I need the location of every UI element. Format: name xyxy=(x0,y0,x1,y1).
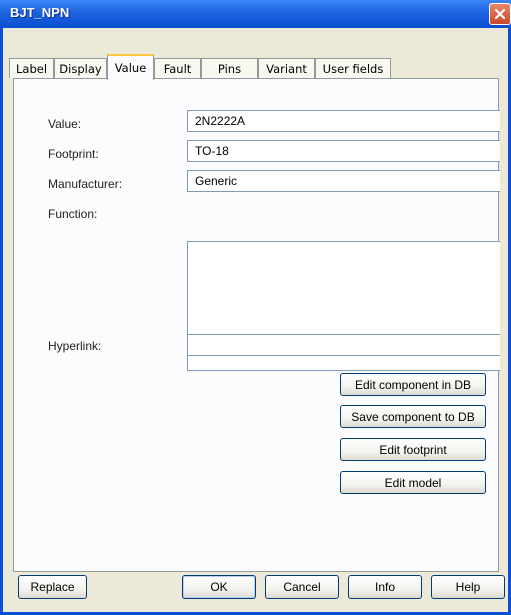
replace-button[interactable]: Replace xyxy=(18,575,87,599)
edit-model-button[interactable]: Edit model xyxy=(340,471,486,494)
tab-display[interactable]: Display xyxy=(54,58,107,78)
cancel-button[interactable]: Cancel xyxy=(265,575,339,599)
hyperlink-label: Hyperlink: xyxy=(48,339,102,353)
info-button[interactable]: Info xyxy=(348,575,422,599)
close-button[interactable] xyxy=(489,3,511,25)
value-tab-panel: Value: 2N2222A Footprint: TO-18 Manufact… xyxy=(13,78,500,572)
close-icon xyxy=(494,8,506,20)
window-title: BJT_NPN xyxy=(10,5,70,20)
tab-fault[interactable]: Fault xyxy=(154,58,201,78)
manufacturer-field[interactable]: Generic xyxy=(187,170,500,192)
footprint-label: Footprint: xyxy=(48,147,99,161)
title-bar[interactable]: BJT_NPN xyxy=(0,0,511,28)
edit-footprint-button[interactable]: Edit footprint xyxy=(340,438,486,461)
ok-button[interactable]: OK xyxy=(182,575,256,599)
tab-pins[interactable]: Pins xyxy=(201,58,258,78)
tab-value[interactable]: Value xyxy=(107,54,154,80)
value-field[interactable]: 2N2222A xyxy=(187,110,500,132)
hyperlink-field[interactable] xyxy=(187,334,500,356)
function-label: Function: xyxy=(48,207,98,221)
value-label: Value: xyxy=(48,117,82,131)
save-component-to-db-button[interactable]: Save component to DB xyxy=(340,405,486,428)
help-button[interactable]: Help xyxy=(431,575,505,599)
tab-label[interactable]: Label xyxy=(9,58,54,78)
footprint-field[interactable]: TO-18 xyxy=(187,140,500,162)
dialog-body: Label Display Value Fault Pins Variant U… xyxy=(3,28,508,612)
edit-component-in-db-button[interactable]: Edit component in DB xyxy=(340,373,486,396)
tab-variant[interactable]: Variant xyxy=(258,58,315,78)
tab-user-fields[interactable]: User fields xyxy=(315,58,391,78)
dialog-window: BJT_NPN Label Display Value Fault Pins V… xyxy=(0,0,511,615)
manufacturer-label: Manufacturer: xyxy=(48,177,123,191)
